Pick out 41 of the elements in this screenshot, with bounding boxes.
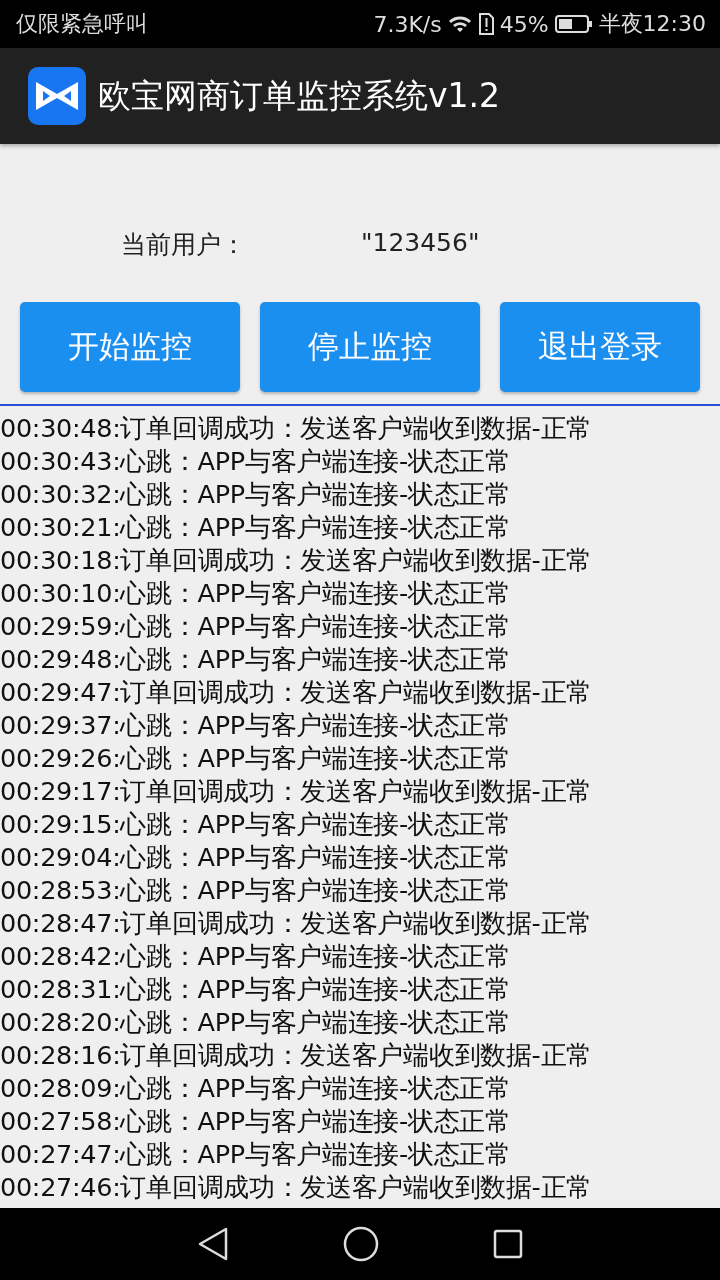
alert-sim-icon — [477, 13, 494, 35]
log-entry: 00:29:04:心跳：APP与客户端连接-状态正常 — [0, 841, 512, 874]
log-entry: 00:30:18:订单回调成功：发送客户端收到数据-正常 — [0, 544, 593, 577]
log-entry: 00:28:09:心跳：APP与客户端连接-状态正常 — [0, 1072, 512, 1105]
action-button[interactable]: 退出登录 — [500, 302, 700, 392]
log-entry: 00:28:47:订单回调成功：发送客户端收到数据-正常 — [0, 907, 593, 940]
log-entry: 00:28:42:心跳：APP与客户端连接-状态正常 — [0, 940, 512, 973]
log-entry: 00:30:10:心跳：APP与客户端连接-状态正常 — [0, 577, 512, 610]
recents-icon[interactable] — [493, 1229, 523, 1259]
wifi-icon — [447, 14, 472, 34]
user-value: "123456" — [361, 228, 480, 259]
user-label: 当前用户： — [121, 229, 247, 261]
log-entry: 00:29:37:心跳：APP与客户端连接-状态正常 — [0, 709, 512, 742]
log-entry: 00:29:47:订单回调成功：发送客户端收到数据-正常 — [0, 676, 593, 709]
log-entry: 00:27:58:心跳：APP与客户端连接-状态正常 — [0, 1105, 512, 1138]
log-entry: 00:27:47:心跳：APP与客户端连接-状态正常 — [0, 1138, 512, 1171]
log-entry: 00:30:21:心跳：APP与客户端连接-状态正常 — [0, 511, 512, 544]
action-button[interactable]: 开始监控 — [20, 302, 240, 392]
log-entry: 00:29:15:心跳：APP与客户端连接-状态正常 — [0, 808, 512, 841]
log-entry: 00:27:46:订单回调成功：发送客户端收到数据-正常 — [0, 1171, 593, 1204]
app-title: 欧宝网商订单监控系统v1.2 — [98, 74, 500, 117]
network-speed: 7.3K/s — [373, 11, 442, 37]
log-entry: 00:28:16:订单回调成功：发送客户端收到数据-正常 — [0, 1039, 593, 1072]
log-entry: 00:28:31:心跳：APP与客户端连接-状态正常 — [0, 973, 512, 1006]
log-entry: 00:29:48:心跳：APP与客户端连接-状态正常 — [0, 643, 512, 676]
clock-time: 半夜12:30 — [598, 10, 706, 38]
log-entry: 00:29:59:心跳：APP与客户端连接-状态正常 — [0, 610, 512, 643]
carrier-text: 仅限紧急呼叫 — [16, 10, 148, 38]
log-entry: 00:30:48:订单回调成功：发送客户端收到数据-正常 — [0, 412, 593, 445]
home-icon[interactable] — [343, 1226, 379, 1262]
log-entry: 00:30:43:心跳：APP与客户端连接-状态正常 — [0, 445, 512, 478]
log-entry: 00:28:53:心跳：APP与客户端连接-状态正常 — [0, 874, 512, 907]
battery-icon — [554, 14, 593, 34]
app-logo-icon — [28, 67, 86, 125]
battery-percent: 45% — [499, 11, 549, 37]
log-entry: 00:28:20:心跳：APP与客户端连接-状态正常 — [0, 1006, 512, 1039]
log-entry: 00:29:17:订单回调成功：发送客户端收到数据-正常 — [0, 775, 593, 808]
back-icon[interactable] — [197, 1227, 229, 1261]
action-button[interactable]: 停止监控 — [260, 302, 480, 392]
log-entry: 00:30:32:心跳：APP与客户端连接-状态正常 — [0, 478, 512, 511]
log-entry: 00:29:26:心跳：APP与客户端连接-状态正常 — [0, 742, 512, 775]
